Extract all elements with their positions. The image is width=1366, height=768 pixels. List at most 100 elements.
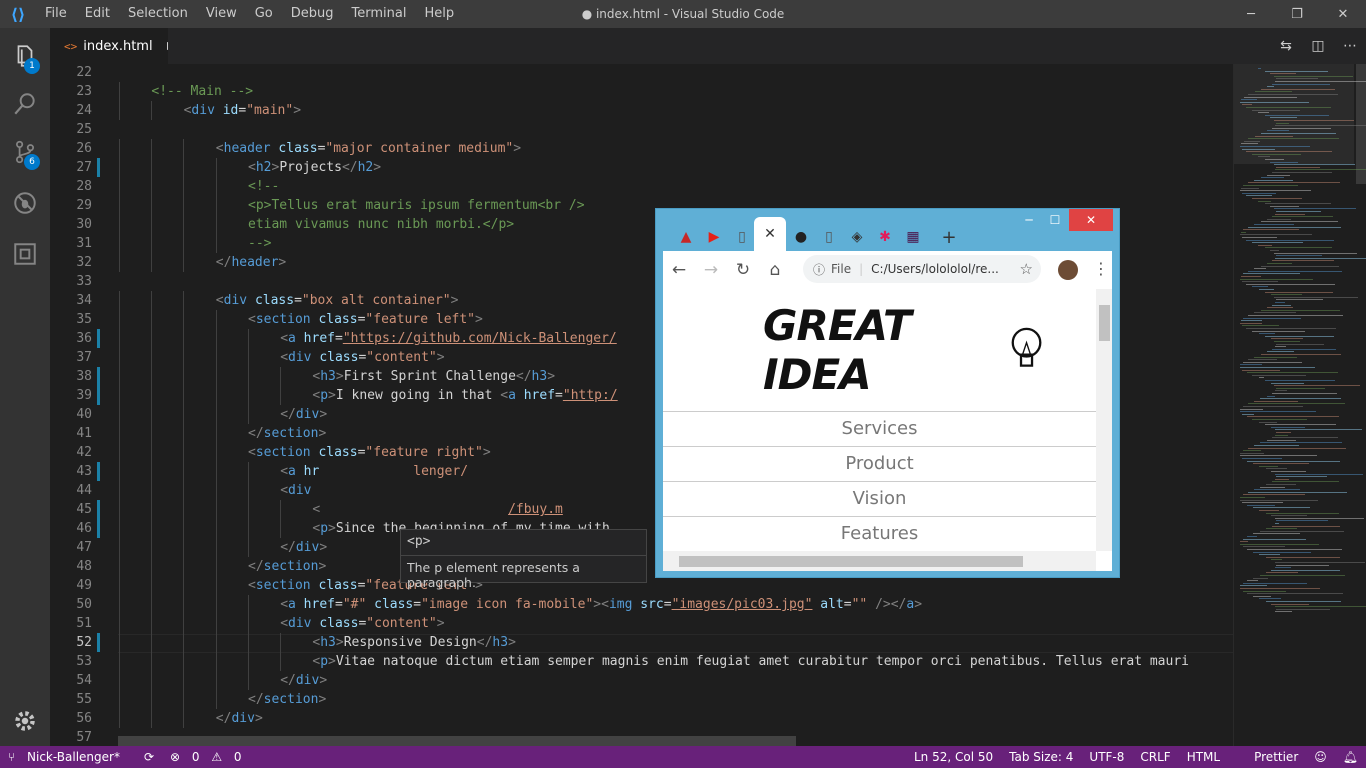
- problems-indicator[interactable]: ⊗ 0 ⚠ 0: [162, 750, 258, 764]
- indent-guide: [119, 519, 120, 538]
- tab-github-icon[interactable]: ●: [787, 223, 815, 251]
- minimap-line: [1242, 582, 1307, 584]
- tab-document-icon[interactable]: ▯: [728, 223, 756, 251]
- browser-menu-icon[interactable]: ⋮: [1093, 259, 1109, 278]
- line-number: 38: [76, 369, 92, 384]
- address-bar[interactable]: ⓘ File | C:/Users/lolololol/re... ☆: [803, 255, 1041, 283]
- minimap-line: [1247, 580, 1259, 582]
- settings-gear-icon[interactable]: [0, 696, 50, 746]
- source-control-icon[interactable]: 6: [0, 127, 50, 177]
- minimap-line: [1240, 143, 1258, 145]
- indent-guide: [183, 709, 185, 728]
- sync-icon[interactable]: ⟳: [136, 750, 162, 764]
- code-text: <!--: [248, 179, 280, 194]
- indent-guide: [119, 310, 120, 329]
- nav-product[interactable]: Product: [663, 446, 1096, 480]
- indent-guide: [183, 500, 185, 519]
- bookmark-star-icon[interactable]: ☆: [1020, 260, 1033, 278]
- code-line[interactable]: 51 <div class="content">: [50, 614, 1233, 633]
- branch-indicator[interactable]: ⑂ Nick-Ballenger*: [0, 750, 136, 764]
- tab-document-icon-2[interactable]: ▯: [815, 223, 843, 251]
- prettier-status[interactable]: Prettier: [1246, 750, 1306, 764]
- minimize-button[interactable]: ─: [1228, 0, 1274, 28]
- back-icon[interactable]: ←: [663, 260, 695, 280]
- line-ending[interactable]: CRLF: [1132, 750, 1178, 764]
- restore-button[interactable]: ❐: [1274, 0, 1320, 28]
- minimap-line: [1274, 606, 1366, 608]
- tab-active-close-icon[interactable]: ✕: [754, 217, 786, 251]
- split-editor-icon[interactable]: ◫: [1302, 38, 1334, 54]
- indent-guide: [151, 234, 153, 253]
- extensions-icon[interactable]: [0, 229, 50, 279]
- indent-guide: [280, 652, 281, 671]
- code-line[interactable]: 55 </section>: [50, 690, 1233, 709]
- site-logo[interactable]: GREAT IDEA: [763, 301, 1043, 399]
- close-button[interactable]: ✕: [1320, 0, 1366, 28]
- code-line[interactable]: 54 </div>: [50, 671, 1233, 690]
- reload-icon[interactable]: ↻: [727, 260, 759, 280]
- tab-codepen-icon[interactable]: ◈: [843, 223, 871, 251]
- forward-icon[interactable]: →: [695, 260, 727, 280]
- indent-guide: [151, 633, 153, 652]
- minimap-line: [1253, 356, 1297, 358]
- code-line[interactable]: 22: [50, 64, 1233, 82]
- more-actions-icon[interactable]: ⋯: [1334, 38, 1366, 54]
- language-mode[interactable]: HTML: [1179, 750, 1228, 764]
- profile-avatar[interactable]: [1058, 260, 1078, 280]
- minimap-line: [1252, 507, 1310, 509]
- code-line[interactable]: 24 <div id="main">: [50, 101, 1233, 120]
- minimap-line: [1253, 489, 1300, 491]
- menu-terminal[interactable]: Terminal: [343, 0, 416, 28]
- menu-edit[interactable]: Edit: [76, 0, 119, 28]
- minimap-line: [1267, 86, 1274, 88]
- encoding[interactable]: UTF-8: [1081, 750, 1132, 764]
- code-line[interactable]: 26 <header class="major container medium"…: [50, 139, 1233, 158]
- minimap-line: [1252, 419, 1308, 420]
- notifications-bell-icon[interactable]: 🔔︎: [1335, 750, 1366, 764]
- new-tab-icon[interactable]: +: [935, 223, 963, 251]
- code-line[interactable]: 50 <a href="#" class="image icon fa-mobil…: [50, 595, 1233, 614]
- indent-guide: [151, 291, 153, 310]
- open-changes-icon[interactable]: ⇆: [1270, 38, 1302, 54]
- info-icon[interactable]: ⓘ: [813, 261, 825, 278]
- explorer-icon[interactable]: 1: [0, 31, 50, 81]
- home-icon[interactable]: ⌂: [759, 260, 791, 280]
- minimap[interactable]: [1233, 64, 1366, 746]
- tab-youtube-icon[interactable]: ▶: [700, 223, 728, 251]
- page-horizontal-scrollbar[interactable]: [663, 551, 1096, 571]
- menu-selection[interactable]: Selection: [119, 0, 197, 28]
- code-line[interactable]: 23 <!-- Main -->: [50, 82, 1233, 101]
- minimap-line: [1265, 424, 1337, 426]
- menu-debug[interactable]: Debug: [282, 0, 343, 28]
- tab-size[interactable]: Tab Size: 4: [1001, 750, 1081, 764]
- nav-services[interactable]: Services: [663, 411, 1096, 445]
- nav-features[interactable]: Features: [663, 516, 1096, 550]
- code-line[interactable]: 53 <p>Vitae natoque dictum etiam semper m…: [50, 652, 1233, 671]
- search-icon[interactable]: [0, 79, 50, 129]
- minimap-line: [1240, 320, 1262, 322]
- feedback-smiley-icon[interactable]: ☺: [1306, 750, 1335, 764]
- nav-vision[interactable]: Vision: [663, 481, 1096, 515]
- line-number: 51: [76, 616, 92, 631]
- tab-slack-icon[interactable]: ✱: [871, 223, 899, 251]
- code-line[interactable]: 52 <h3>Responsive Design</h3>: [50, 633, 1233, 652]
- tab-angular-icon[interactable]: ▲: [672, 223, 700, 251]
- menu-go[interactable]: Go: [246, 0, 282, 28]
- menu-help[interactable]: Help: [415, 0, 463, 28]
- vertical-scrollbar[interactable]: [1356, 64, 1366, 184]
- cursor-position[interactable]: Ln 52, Col 50: [906, 750, 1001, 764]
- menu-view[interactable]: View: [197, 0, 246, 28]
- code-line[interactable]: 25: [50, 120, 1233, 139]
- tab-index-html[interactable]: <> index.html: [50, 28, 168, 64]
- minimap-line: [1248, 138, 1340, 140]
- minimap-line: [1240, 408, 1264, 410]
- code-line[interactable]: 28 <!--: [50, 177, 1233, 196]
- tab-slack-workspace-icon[interactable]: ▦: [899, 223, 927, 251]
- unsaved-dot-icon[interactable]: [166, 42, 168, 50]
- code-line[interactable]: 56 </div>: [50, 709, 1233, 728]
- horizontal-scrollbar[interactable]: [118, 736, 796, 746]
- debug-icon[interactable]: [0, 178, 50, 228]
- menu-file[interactable]: File: [36, 0, 76, 28]
- page-vertical-scrollbar[interactable]: [1096, 289, 1112, 551]
- code-line[interactable]: 27 <h2>Projects</h2>: [50, 158, 1233, 177]
